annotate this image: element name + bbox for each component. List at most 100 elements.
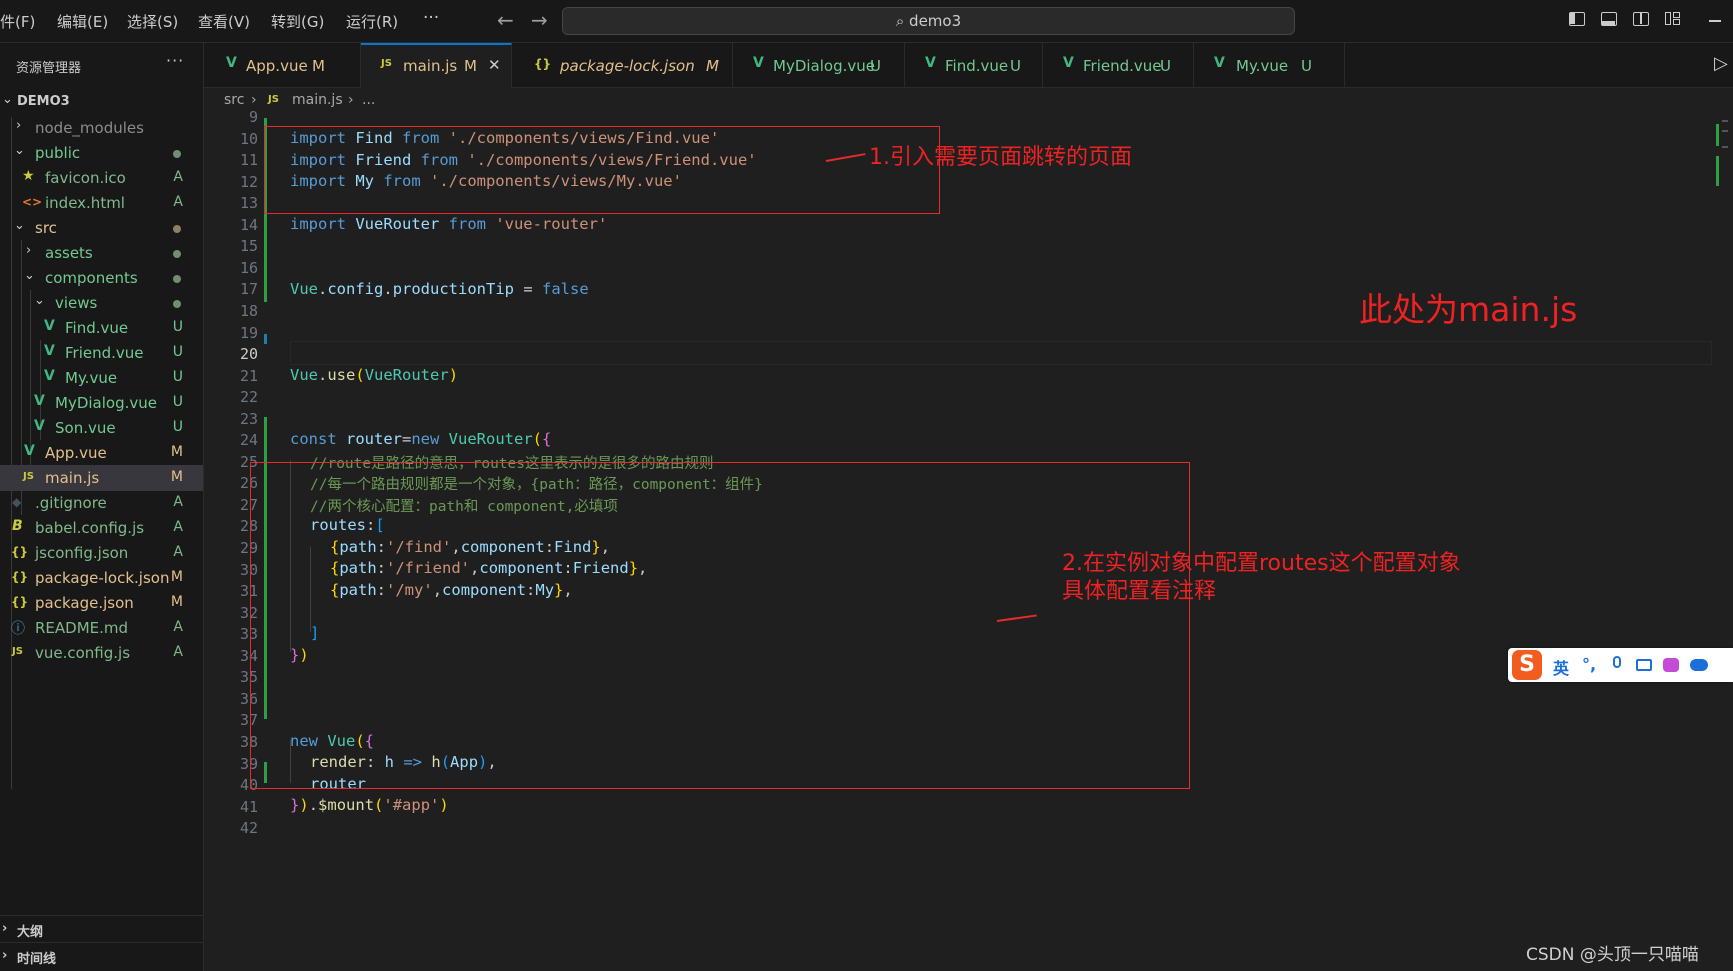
gamepad-icon[interactable] [1690, 659, 1708, 671]
tab-package-lock-json[interactable]: {} package-lock.json M [512, 43, 733, 87]
tree-item-jsconfig[interactable]: {} jsconfig.json A [0, 540, 203, 566]
editor-tab-bar: V App.vue M JS main.js M ✕ {} package-lo… [204, 43, 1733, 88]
chevron-down-icon: ⌄ [14, 218, 25, 233]
chevron-right-icon: › [251, 92, 257, 108]
microphone-icon[interactable] [1613, 656, 1621, 668]
tab-friend-vue[interactable]: V Friend.vue U [1043, 43, 1194, 87]
vue-icon: V [34, 393, 45, 409]
tab-app-vue[interactable]: V App.vue M [204, 43, 361, 87]
tree-item-app-vue[interactable]: V App.vue M [0, 440, 203, 466]
javascript-icon: JS [381, 58, 392, 69]
vue-icon: V [44, 368, 55, 384]
ime-language-toggle[interactable]: 英 [1553, 655, 1569, 679]
menu-view[interactable]: 查看(V) [198, 11, 250, 32]
tree-item-readme[interactable]: ⓘ README.md A [0, 615, 203, 641]
menu-selection[interactable]: 选择(S) [127, 11, 178, 32]
title-bar: 件(F) 编辑(E) 选择(S) 查看(V) 转到(G) 运行(R) ··· ←… [0, 0, 1733, 43]
json-icon: {} [11, 570, 29, 584]
tree-item-find-vue[interactable]: V Find.vue U [0, 315, 203, 341]
sogou-logo-icon[interactable]: S [1512, 650, 1542, 680]
customize-layout-icon[interactable] [1665, 12, 1681, 26]
code-line-41: }).$mount('#app') [290, 796, 449, 814]
menu-run[interactable]: 运行(R) [346, 11, 398, 32]
javascript-icon: JS [12, 646, 23, 657]
tree-item-son-vue[interactable]: V Son.vue U [0, 415, 203, 441]
annotation-note-imports: 1.引入需要页面跳转的页面 [869, 145, 1132, 170]
vue-icon: V [1214, 55, 1225, 71]
tab-mydialog-vue[interactable]: V MyDialog.vue U [733, 43, 905, 87]
tree-item-my-vue[interactable]: V My.vue U [0, 365, 203, 391]
git-icon: ◆ [12, 495, 22, 509]
tree-item-views[interactable]: ⌄ views [0, 290, 203, 316]
back-arrow-icon[interactable]: ← [497, 8, 514, 32]
status-badge: A [173, 194, 183, 210]
annotation-note-routes-detail: 具体配置看注释 [1062, 579, 1217, 604]
minimap[interactable] [1714, 116, 1730, 196]
breadcrumb-file[interactable]: main.js [292, 92, 343, 108]
toggle-primary-sidebar-icon[interactable] [1569, 12, 1585, 26]
tree-item-index-html[interactable]: <> index.html A [0, 190, 203, 216]
tree-item-components[interactable]: ⌄ components [0, 265, 203, 291]
close-icon[interactable]: ✕ [488, 56, 501, 74]
menu-more-button[interactable]: ··· [423, 8, 439, 28]
chevron-down-icon: ⌄ [2, 92, 13, 107]
outline-section-header[interactable]: › 大纲 [0, 915, 203, 942]
code-line-21: Vue.use(VueRouter) [290, 366, 459, 384]
tree-item-src[interactable]: ⌄ src [0, 215, 203, 241]
tree-item-friend-vue[interactable]: V Friend.vue U [0, 340, 203, 366]
keyboard-icon[interactable] [1636, 659, 1652, 671]
skin-icon[interactable] [1663, 658, 1679, 672]
tree-item-public[interactable]: ⌄ public [0, 140, 203, 166]
code-line-24: const router=new VueRouter({ [290, 430, 552, 448]
vue-icon: V [44, 318, 55, 334]
tree-item-favicon[interactable]: ★ favicon.ico A [0, 165, 203, 191]
tree-item-package-json[interactable]: {} package.json M [0, 590, 203, 616]
tab-status-badge: U [1160, 57, 1171, 75]
tab-main-js[interactable]: JS main.js M ✕ [361, 43, 512, 88]
tree-item-node-modules[interactable]: › node_modules [0, 115, 203, 141]
minimize-icon[interactable] [1709, 20, 1721, 22]
tab-status-badge: U [870, 57, 881, 75]
toggle-panel-icon[interactable] [1601, 12, 1617, 26]
tree-item-vue-config[interactable]: JS vue.config.js A [0, 640, 203, 666]
git-modified-gutter [264, 334, 267, 344]
tree-item-mydialog-vue[interactable]: V MyDialog.vue U [0, 390, 203, 416]
toggle-secondary-sidebar-icon[interactable] [1633, 12, 1649, 26]
command-center-search[interactable]: ⌕ demo3 [562, 7, 1295, 35]
tree-item-babel-config[interactable]: B babel.config.js A [0, 515, 203, 541]
breadcrumb-folder[interactable]: src [224, 92, 244, 108]
tab-my-vue[interactable]: V My.vue U [1194, 43, 1345, 87]
menu-go[interactable]: 转到(G) [271, 11, 324, 32]
explorer-sidebar: 资源管理器 ··· ⌄ DEMO3 › node_modules ⌄ publi… [0, 43, 204, 971]
status-badge: U [172, 344, 183, 360]
tree-item-gitignore[interactable]: ◆ .gitignore A [0, 490, 203, 516]
status-dot [173, 225, 181, 233]
menu-edit[interactable]: 编辑(E) [57, 11, 108, 32]
html-icon: <> [22, 195, 43, 209]
tree-item-assets[interactable]: › assets [0, 240, 203, 266]
annotation-box-router [250, 462, 1190, 789]
chevron-down-icon: ⌄ [24, 268, 35, 283]
line-number: 20 [239, 345, 258, 364]
menu-file[interactable]: 件(F) [0, 11, 35, 32]
status-dot [173, 300, 181, 308]
ime-toolbar[interactable]: S 英 °, [1508, 648, 1733, 682]
status-dot [173, 275, 181, 283]
vue-icon: V [34, 418, 45, 434]
explorer-more-button[interactable]: ··· [166, 51, 184, 70]
tab-find-vue[interactable]: V Find.vue U [905, 43, 1043, 87]
status-badge: A [173, 494, 183, 510]
run-icon[interactable]: ▷ [1714, 53, 1728, 74]
status-badge: M [170, 444, 183, 460]
breadcrumb-symbol[interactable]: ... [362, 92, 375, 108]
forward-arrow-icon[interactable]: → [531, 8, 548, 32]
status-badge: U [172, 319, 183, 335]
tree-item-main-js[interactable]: JS main.js M [0, 465, 203, 491]
tree-root-demo3[interactable]: ⌄ DEMO3 [0, 89, 203, 115]
ime-punctuation-toggle[interactable]: °, [1582, 655, 1596, 674]
tree-item-package-lock[interactable]: {} package-lock.json M [0, 565, 203, 591]
chevron-right-icon: › [348, 92, 354, 108]
code-editor[interactable]: 9 10 11 12 13 14 15 16 17 18 19 20 21 22 23 24 25 26 27 28 2… [204, 108, 1733, 971]
timeline-section-header[interactable]: › 时间线 [0, 942, 203, 969]
line-number: 9 [248, 108, 258, 126]
